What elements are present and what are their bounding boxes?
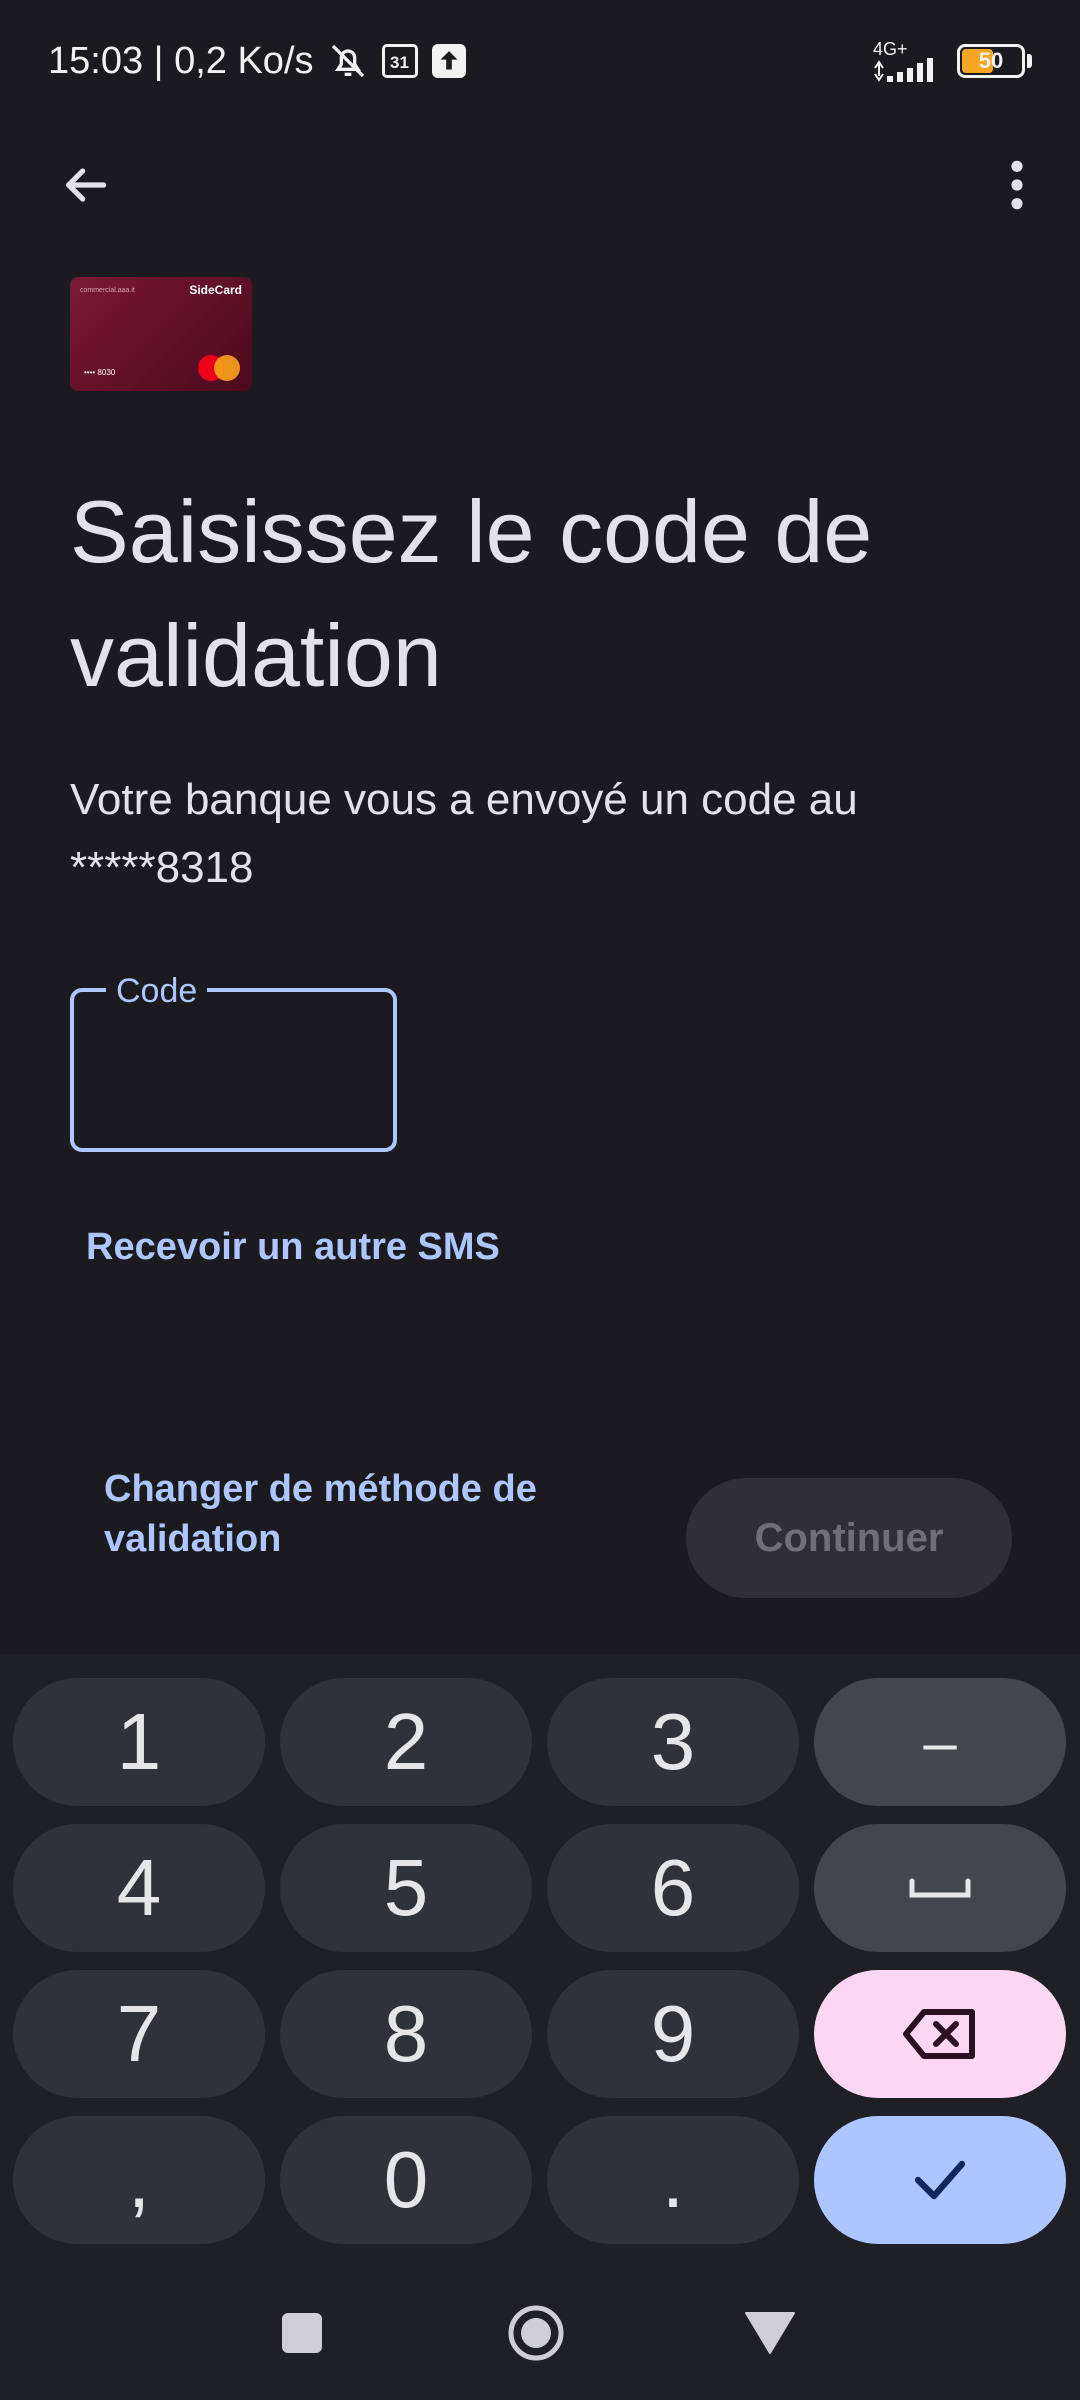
key-8[interactable]: 8 bbox=[280, 1970, 532, 2098]
page-title: Saisissez le code de validation bbox=[70, 482, 873, 705]
status-bar: 15:03 | 0,2 Ko/s 31 4G+ 50 bbox=[0, 0, 1080, 122]
upload-icon bbox=[431, 44, 466, 78]
continue-button[interactable]: Continuer bbox=[686, 1478, 1012, 1598]
network-label: 4G+ bbox=[873, 39, 908, 59]
battery-level: 50 bbox=[978, 48, 1004, 73]
key-dash[interactable]: – bbox=[814, 1678, 1066, 1806]
arrow-back-icon bbox=[66, 168, 107, 202]
key-0[interactable]: 0 bbox=[280, 2116, 532, 2244]
mastercard-logo-icon bbox=[198, 355, 242, 381]
code-field-label: Code bbox=[106, 966, 208, 1016]
system-nav-bar bbox=[0, 2268, 1080, 2400]
back-triangle-icon bbox=[745, 2312, 795, 2354]
page-description: Votre banque vous a envoyé un code au **… bbox=[70, 775, 858, 892]
more-options-button[interactable] bbox=[982, 140, 1052, 230]
backspace-icon bbox=[903, 2009, 975, 2059]
signal-icon: 4G+ bbox=[873, 40, 943, 82]
change-method-link[interactable]: Changer de méthode de validation bbox=[104, 1464, 624, 1564]
recents-square-icon bbox=[282, 2313, 322, 2353]
recents-button[interactable] bbox=[262, 2298, 342, 2368]
key-backspace[interactable] bbox=[814, 1970, 1066, 2098]
status-time-speed: 15:03 | 0,2 Ko/s bbox=[48, 39, 314, 82]
key-1[interactable]: 1 bbox=[13, 1678, 265, 1806]
key-9[interactable]: 9 bbox=[547, 1970, 799, 2098]
calendar-icon: 31 bbox=[381, 44, 418, 78]
battery-icon: 50 bbox=[957, 44, 1025, 78]
home-circle-icon bbox=[508, 2305, 564, 2361]
top-app-bar bbox=[0, 140, 1080, 230]
key-comma[interactable]: , bbox=[13, 2116, 265, 2244]
key-5[interactable]: 5 bbox=[280, 1824, 532, 1952]
silent-bell-icon bbox=[328, 41, 368, 81]
card-thumbnail: commercial.aaa.it SideCard •••• 8030 bbox=[70, 277, 252, 391]
card-issuer: commercial.aaa.it bbox=[80, 287, 135, 294]
home-button[interactable] bbox=[496, 2298, 576, 2368]
resend-sms-link[interactable]: Recevoir un autre SMS bbox=[86, 1226, 500, 1269]
key-2[interactable]: 2 bbox=[280, 1678, 532, 1806]
key-7[interactable]: 7 bbox=[13, 1970, 265, 2098]
card-brand: SideCard bbox=[189, 283, 242, 297]
key-3[interactable]: 3 bbox=[547, 1678, 799, 1806]
check-icon bbox=[914, 2160, 966, 2200]
key-space[interactable] bbox=[814, 1824, 1066, 1952]
key-6[interactable]: 6 bbox=[547, 1824, 799, 1952]
key-period[interactable]: . bbox=[547, 2116, 799, 2244]
card-number: •••• 8030 bbox=[84, 368, 116, 377]
key-4[interactable]: 4 bbox=[13, 1824, 265, 1952]
back-nav-button[interactable] bbox=[730, 2298, 810, 2368]
code-input[interactable] bbox=[90, 1030, 380, 1110]
more-vert-icon bbox=[1011, 160, 1023, 210]
key-enter[interactable] bbox=[814, 2116, 1066, 2244]
back-button[interactable] bbox=[40, 140, 130, 230]
space-icon bbox=[909, 1878, 971, 1898]
